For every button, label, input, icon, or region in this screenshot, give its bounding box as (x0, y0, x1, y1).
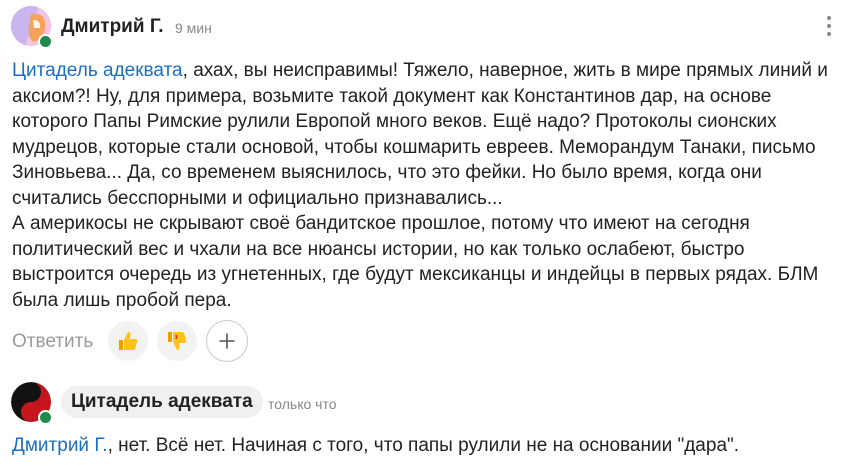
comment-text-part2: А америкосы не скрывают своё бандитское … (12, 213, 819, 311)
comment-time: только что (268, 396, 337, 412)
online-status-dot (38, 34, 53, 49)
thumbs-down-icon (168, 332, 187, 350)
author-name[interactable]: Дмитрий Г. (61, 16, 164, 38)
comment-text: Цитадель адеквата, ахах, вы неисправимы!… (12, 58, 842, 313)
thumbs-up-icon (119, 332, 138, 350)
more-options-icon[interactable] (822, 14, 836, 38)
mention-link[interactable]: Дмитрий Г. (12, 435, 108, 456)
author-name[interactable]: Цитадель адеквата (61, 386, 263, 418)
dislike-button[interactable] (157, 321, 197, 361)
mention-link[interactable]: Цитадель адеквата (12, 60, 183, 81)
comment-time: 9 мин (175, 20, 212, 36)
reply-button[interactable]: Ответить (12, 331, 93, 353)
comment-text-part1: , нет. Всё нет. Начиная с того, что папы… (107, 435, 740, 456)
comment-text: Дмитрий Г., нет. Всё нет. Начиная с того… (12, 433, 739, 458)
plus-icon (219, 333, 235, 349)
comment-text-part1: , ахах, вы неисправимы! Тяжело, наверное… (12, 60, 828, 209)
online-status-dot (38, 410, 53, 425)
like-button[interactable] (108, 321, 148, 361)
add-reaction-button[interactable] (206, 320, 248, 362)
